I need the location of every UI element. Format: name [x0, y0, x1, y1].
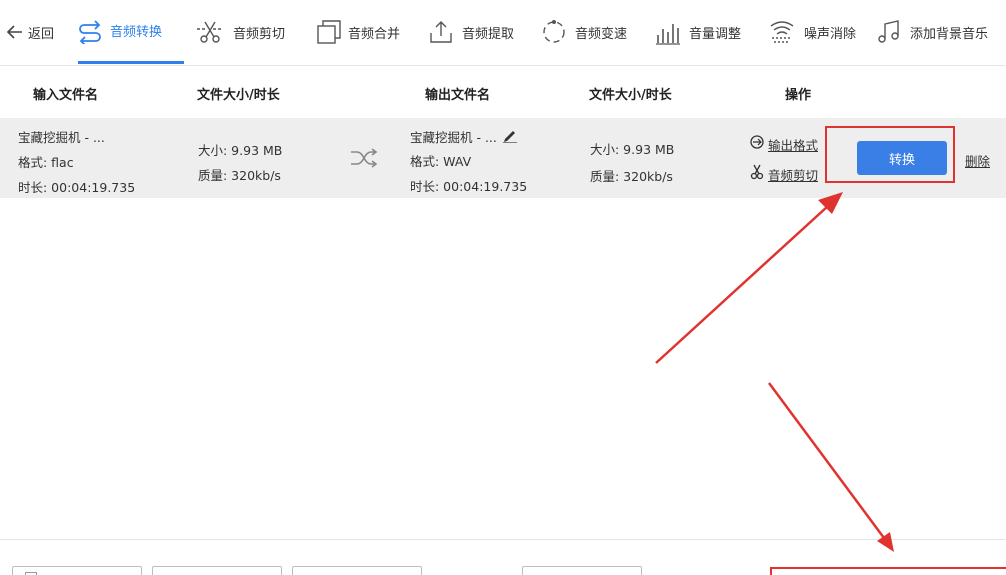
tab-label: 音频剪切 [233, 26, 286, 42]
output-format-icon [750, 135, 764, 149]
input-format: 格式: flac [18, 155, 74, 170]
tab-add-bgm[interactable]: 添加背景音乐 [876, 0, 988, 64]
header-output-name: 输出文件名 [425, 88, 491, 103]
footer-button[interactable] [522, 566, 642, 575]
tab-label: 音频变速 [575, 26, 628, 42]
footer-button[interactable] [292, 566, 422, 575]
back-label: 返回 [28, 26, 55, 42]
audio-cut-link[interactable]: 音频剪切 [768, 165, 818, 184]
tab-label: 噪声消除 [804, 26, 857, 42]
scissors-icon [197, 21, 223, 43]
header-actions: 操作 [785, 88, 812, 103]
annotation-highlight-box-bottom [770, 567, 1006, 575]
tab-audio-convert[interactable]: 音频转换 [78, 0, 184, 64]
input-file-name: 宝藏挖掘机 - ... [18, 130, 105, 145]
output-duration: 时长: 00:04:19.735 [410, 179, 528, 194]
shuffle-icon [351, 148, 378, 168]
volume-bars-icon [656, 24, 680, 45]
tab-audio-cut[interactable]: 音频剪切 [195, 0, 285, 64]
upload-icon [430, 21, 452, 43]
footer-divider [0, 539, 1006, 540]
input-duration: 时长: 00:04:19.735 [18, 180, 136, 195]
tab-audio-merge[interactable]: 音频合并 [316, 0, 400, 64]
tab-audio-speed[interactable]: 音频变速 [541, 0, 627, 64]
tab-volume-adjust[interactable]: 音量调整 [655, 0, 741, 64]
merge-icon [317, 20, 341, 44]
tab-label: 音频合并 [348, 26, 401, 42]
input-size: 大小: 9.93 MB [198, 143, 283, 158]
edit-pencil-icon[interactable] [502, 127, 518, 143]
output-size: 大小: 9.93 MB [590, 142, 675, 157]
toolbar: 返回 音频转换 音频剪切 音频合并 音频提取 音频变速 音量调整 噪声消除 添加… [0, 0, 1006, 66]
header-output-size: 文件大小/时长 [589, 88, 672, 103]
footer-button[interactable] [12, 566, 142, 575]
footer-button[interactable] [152, 566, 282, 575]
tab-audio-extract[interactable]: 音频提取 [428, 0, 514, 64]
output-quality: 质量: 320kb/s [590, 169, 673, 184]
tab-label: 添加背景音乐 [910, 26, 989, 42]
back-button[interactable]: 返回 [6, 0, 54, 64]
annotation-highlight-box [825, 126, 955, 183]
speed-icon [543, 20, 565, 43]
input-quality: 质量: 320kb/s [198, 168, 281, 183]
output-file-name: 宝藏挖掘机 - ... [410, 130, 497, 145]
output-format: 格式: WAV [410, 154, 472, 169]
delete-link[interactable]: 删除 [965, 151, 990, 170]
music-note-icon [878, 20, 899, 43]
output-format-link[interactable]: 输出格式 [768, 135, 818, 154]
convert-icon [79, 19, 101, 44]
arrow-left-icon [6, 25, 22, 39]
tab-label: 音频提取 [462, 26, 515, 42]
tab-label: 音频转换 [110, 25, 163, 40]
tab-noise-removal[interactable]: 噪声消除 [768, 0, 856, 64]
tab-label: 音量调整 [689, 26, 742, 42]
header-input-name: 输入文件名 [33, 88, 99, 103]
scissors-icon [750, 164, 764, 180]
header-input-size: 文件大小/时长 [197, 88, 280, 103]
app-window: 返回 音频转换 音频剪切 音频合并 音频提取 音频变速 音量调整 噪声消除 添加… [0, 0, 1006, 575]
table-header: 输入文件名 文件大小/时长 输出文件名 文件大小/时长 操作 [0, 66, 1006, 118]
wave-icon [770, 21, 794, 43]
